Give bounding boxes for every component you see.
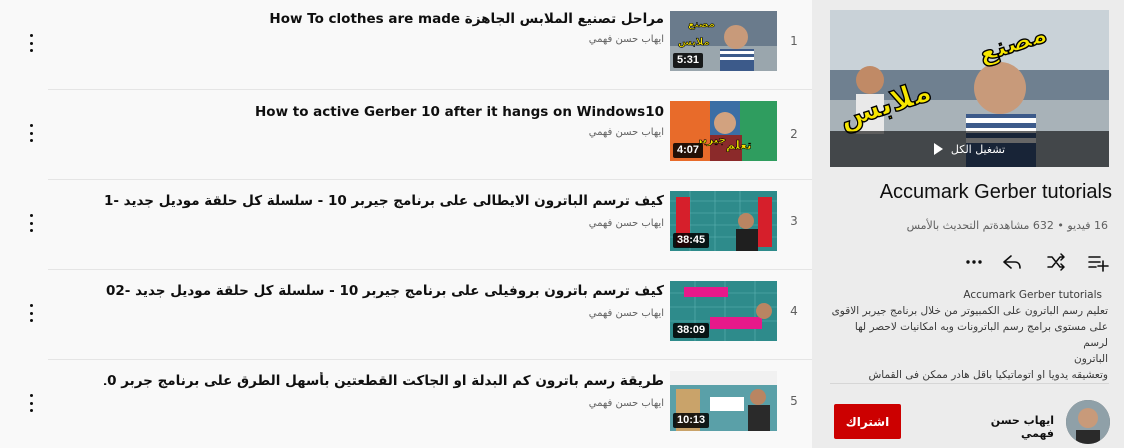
more-vert-icon[interactable] xyxy=(24,394,38,412)
video-thumbnail[interactable]: 10:13 xyxy=(670,371,777,431)
video-thumbnail[interactable]: 38:45 xyxy=(670,191,777,251)
video-duration: 5:31 xyxy=(673,53,704,68)
video-thumbnail[interactable]: 38:09 xyxy=(670,281,777,341)
play-icon xyxy=(933,143,943,155)
playlist-actions xyxy=(962,250,1112,274)
video-title[interactable]: كيف ترسم باترون بروفيلى على برنامج جيربر… xyxy=(104,282,664,300)
video-title[interactable]: How to active Gerber 10 after it hangs o… xyxy=(104,103,664,121)
more-vert-icon[interactable] xyxy=(24,214,38,232)
more-vert-icon[interactable] xyxy=(24,34,38,52)
list-item[interactable]: طريقة رسم باترون كم البدلة او الجاكت الق… xyxy=(0,360,812,448)
list-item[interactable]: How to active Gerber 10 after it hangs o… xyxy=(0,90,812,180)
svg-text:مصنع: مصنع xyxy=(688,19,715,30)
playlist-stats: 16 فيديو • 632 مشاهدةتم التحديث بالأمس xyxy=(906,219,1108,232)
video-list: مراحل تصنيع الملابس الجاهزة How To cloth… xyxy=(0,0,812,448)
description-line: تعليم رسم الباترون على الكمبيوتر من خلال… xyxy=(831,305,1108,317)
svg-text:تعلم: تعلم xyxy=(726,138,752,152)
playlist-description: Accumark Gerber tutorials تعليم رسم البا… xyxy=(830,287,1108,383)
list-item[interactable]: مراحل تصنيع الملابس الجاهزة How To cloth… xyxy=(0,0,812,90)
more-vert-icon[interactable] xyxy=(24,304,38,322)
divider xyxy=(830,383,1109,384)
video-index: 2 xyxy=(790,127,798,141)
video-index: 3 xyxy=(790,214,798,228)
video-title[interactable]: كيف ترسم الباترون الايطالى على برنامج جي… xyxy=(104,192,664,210)
subscribe-button[interactable]: اشتراك xyxy=(834,404,901,439)
video-title[interactable]: طريقة رسم باترون كم البدلة او الجاكت الق… xyxy=(104,372,664,390)
more-horiz-icon[interactable] xyxy=(962,250,986,274)
list-item[interactable]: كيف ترسم الباترون الايطالى على برنامج جي… xyxy=(0,180,812,270)
video-thumbnail[interactable]: تعلم جيربر 4:07 xyxy=(670,101,777,161)
playlist-add-icon[interactable] xyxy=(1086,250,1110,274)
channel-name[interactable]: ايهاب حسن فهمي xyxy=(962,414,1054,440)
description-line: وتعشيقه يدويا او اتوماتيكيا باقل هادر مم… xyxy=(868,369,1108,381)
video-duration: 4:07 xyxy=(673,143,704,158)
playlist-title[interactable]: Accumark Gerber tutorials xyxy=(836,181,1112,204)
play-all-label: تشغيل الكل xyxy=(950,142,1006,156)
video-channel[interactable]: ايهاب حسن فهمي xyxy=(589,127,664,138)
video-index: 4 xyxy=(790,304,798,318)
video-duration: 38:45 xyxy=(673,233,710,248)
description-title: Accumark Gerber tutorials xyxy=(963,289,1102,301)
video-channel[interactable]: ايهاب حسن فهمي xyxy=(589,308,664,319)
more-vert-icon[interactable] xyxy=(24,124,38,142)
video-index: 1 xyxy=(790,34,798,48)
play-all-button[interactable]: تشغيل الكل xyxy=(830,131,1109,167)
list-item[interactable]: كيف ترسم باترون بروفيلى على برنامج جيربر… xyxy=(0,270,812,360)
video-channel[interactable]: ايهاب حسن فهمي xyxy=(589,218,664,229)
svg-text:ملابس: ملابس xyxy=(678,37,710,48)
video-channel[interactable]: ايهاب حسن فهمي xyxy=(589,34,664,45)
playlist-page: مراحل تصنيع الملابس الجاهزة How To cloth… xyxy=(0,0,1124,448)
share-icon[interactable] xyxy=(1000,250,1024,274)
video-duration: 10:13 xyxy=(673,413,710,428)
shuffle-icon[interactable] xyxy=(1044,250,1068,274)
video-title[interactable]: مراحل تصنيع الملابس الجاهزة How To cloth… xyxy=(104,10,664,28)
description-line: الباترون xyxy=(1074,353,1108,365)
description-line: على مستوى برامج رسم الباترونات وبه امكان… xyxy=(854,321,1108,349)
avatar[interactable] xyxy=(1066,400,1110,444)
playlist-thumbnail[interactable]: مصنع ملابس تشغيل الكل xyxy=(830,10,1109,167)
video-thumbnail[interactable]: مصنع ملابس 5:31 xyxy=(670,11,777,71)
video-channel[interactable]: ايهاب حسن فهمي xyxy=(589,398,664,409)
playlist-sidebar: مصنع ملابس تشغيل الكل Accumark Gerber tu… xyxy=(812,0,1124,448)
video-index: 5 xyxy=(790,394,798,408)
video-duration: 38:09 xyxy=(673,323,710,338)
